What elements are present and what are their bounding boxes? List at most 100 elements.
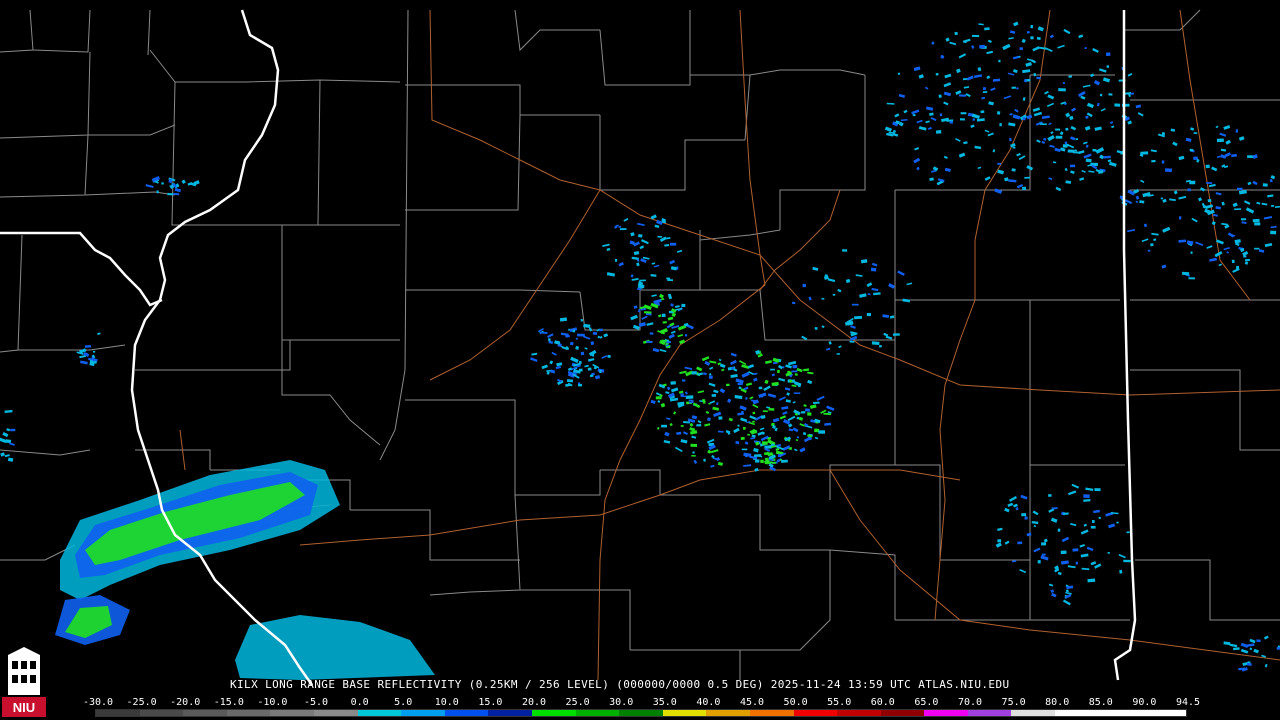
echo-pixel: [657, 400, 661, 403]
echo-pixel: [1058, 88, 1066, 92]
echo-pixel: [997, 162, 1002, 165]
echo-pixel: [630, 274, 634, 278]
echo-pixel: [786, 392, 790, 396]
echo-pixel: [1083, 494, 1090, 499]
county-line: [599, 115, 640, 191]
echo-pixel: [1188, 277, 1195, 280]
echo-pixel: [1032, 46, 1040, 52]
echo-pixel: [641, 239, 649, 245]
echo-pixel: [174, 187, 182, 193]
echo-pixel: [1092, 519, 1095, 523]
echo-pixel: [1098, 516, 1102, 520]
echo-pixel: [1043, 538, 1048, 543]
echo-pixel: [1262, 183, 1268, 187]
echo-pixel: [1164, 168, 1172, 173]
echo-pixel: [1094, 563, 1102, 569]
echo-pixel: [939, 113, 943, 117]
echo-pixel: [1235, 129, 1239, 133]
echo-pixel: [802, 432, 807, 436]
echo-pixel: [726, 383, 730, 387]
echo-pixel: [1021, 513, 1027, 517]
scale-swatch: [793, 710, 838, 716]
echo-pixel: [1191, 217, 1198, 223]
echo-pixel: [1033, 111, 1043, 117]
echo-pixel: [539, 331, 548, 334]
scale-swatch: [619, 710, 663, 716]
echo-pixel: [994, 188, 1003, 195]
echo-pixel: [757, 431, 764, 436]
echo-pixel: [1070, 136, 1076, 141]
echo-pixel: [709, 360, 717, 364]
echo-pixel: [1135, 104, 1142, 109]
echo-pixel: [1252, 154, 1258, 160]
echo-pixel: [1141, 238, 1149, 243]
echo-pixel: [652, 347, 660, 353]
county-line: [599, 10, 691, 86]
county-line: [405, 289, 581, 293]
echo-pixel: [663, 440, 671, 444]
echo-pixel: [1263, 635, 1269, 640]
echo-pixel: [1161, 264, 1167, 269]
echo-pixel: [792, 427, 799, 433]
county-line: [749, 69, 866, 76]
echo-pixel: [676, 249, 683, 253]
scale-swatch: [749, 710, 794, 716]
echo-pixel: [981, 96, 986, 100]
echo-pixel: [713, 411, 722, 418]
echo-pixel: [677, 333, 684, 338]
echo-pixel: [1190, 127, 1195, 131]
echo-pixel: [1209, 257, 1217, 262]
echo-pixel: [737, 383, 743, 386]
echo-pixel: [807, 412, 812, 416]
echo-pixel: [740, 417, 748, 423]
echo-pixel: [1186, 240, 1194, 245]
highway-line: [759, 189, 841, 291]
echo-pixel: [1161, 160, 1165, 164]
echo-pixel: [664, 431, 670, 437]
echo-pixel: [691, 455, 696, 457]
echo-pixel: [1072, 548, 1079, 552]
echo-pixel: [707, 449, 712, 454]
echo-pixel: [825, 347, 831, 351]
echo-pixel: [734, 395, 743, 400]
echo-pixel: [1055, 128, 1061, 131]
echo-pixel: [1085, 487, 1094, 492]
echo-pixel: [787, 415, 796, 422]
county-line: [405, 399, 516, 495]
county-line: [18, 344, 126, 351]
scale-swatch: [313, 710, 358, 716]
echo-pixel: [1081, 169, 1086, 173]
echo-pixel: [791, 384, 797, 388]
echo-pixel: [708, 372, 712, 376]
echo-pixel: [1187, 188, 1191, 192]
echo-pixel: [992, 149, 996, 153]
echo-pixel: [1068, 75, 1073, 78]
scale-label: 90.0: [1132, 697, 1157, 708]
echo-pixel: [1060, 550, 1067, 555]
echo-pixel: [1215, 125, 1219, 129]
echo-pixel: [584, 364, 589, 368]
echo-pixel: [1025, 61, 1033, 67]
echo-pixel: [1030, 36, 1034, 40]
scale-swatch: [1142, 710, 1186, 716]
county-line: [0, 234, 23, 353]
county-line: [0, 51, 91, 139]
echo-pixel: [707, 417, 711, 422]
echo-pixel: [711, 394, 717, 397]
echo-pixel: [630, 232, 635, 237]
echo-pixel: [769, 461, 777, 464]
echo-pixel: [1178, 195, 1187, 200]
echo-pixel: [1190, 251, 1193, 254]
echo-pixel: [1016, 152, 1021, 157]
echo-pixel: [575, 345, 580, 350]
echo-pixel: [971, 34, 980, 38]
echo-pixel: [929, 177, 934, 181]
echo-pixel: [949, 121, 954, 124]
echo-pixel: [996, 110, 1001, 115]
county-line: [630, 649, 741, 680]
echo-pixel: [866, 282, 873, 288]
echo-pixel: [1208, 183, 1216, 188]
echo-pixel: [793, 448, 798, 452]
highway-line: [299, 469, 961, 546]
echo-pixel: [684, 334, 688, 337]
